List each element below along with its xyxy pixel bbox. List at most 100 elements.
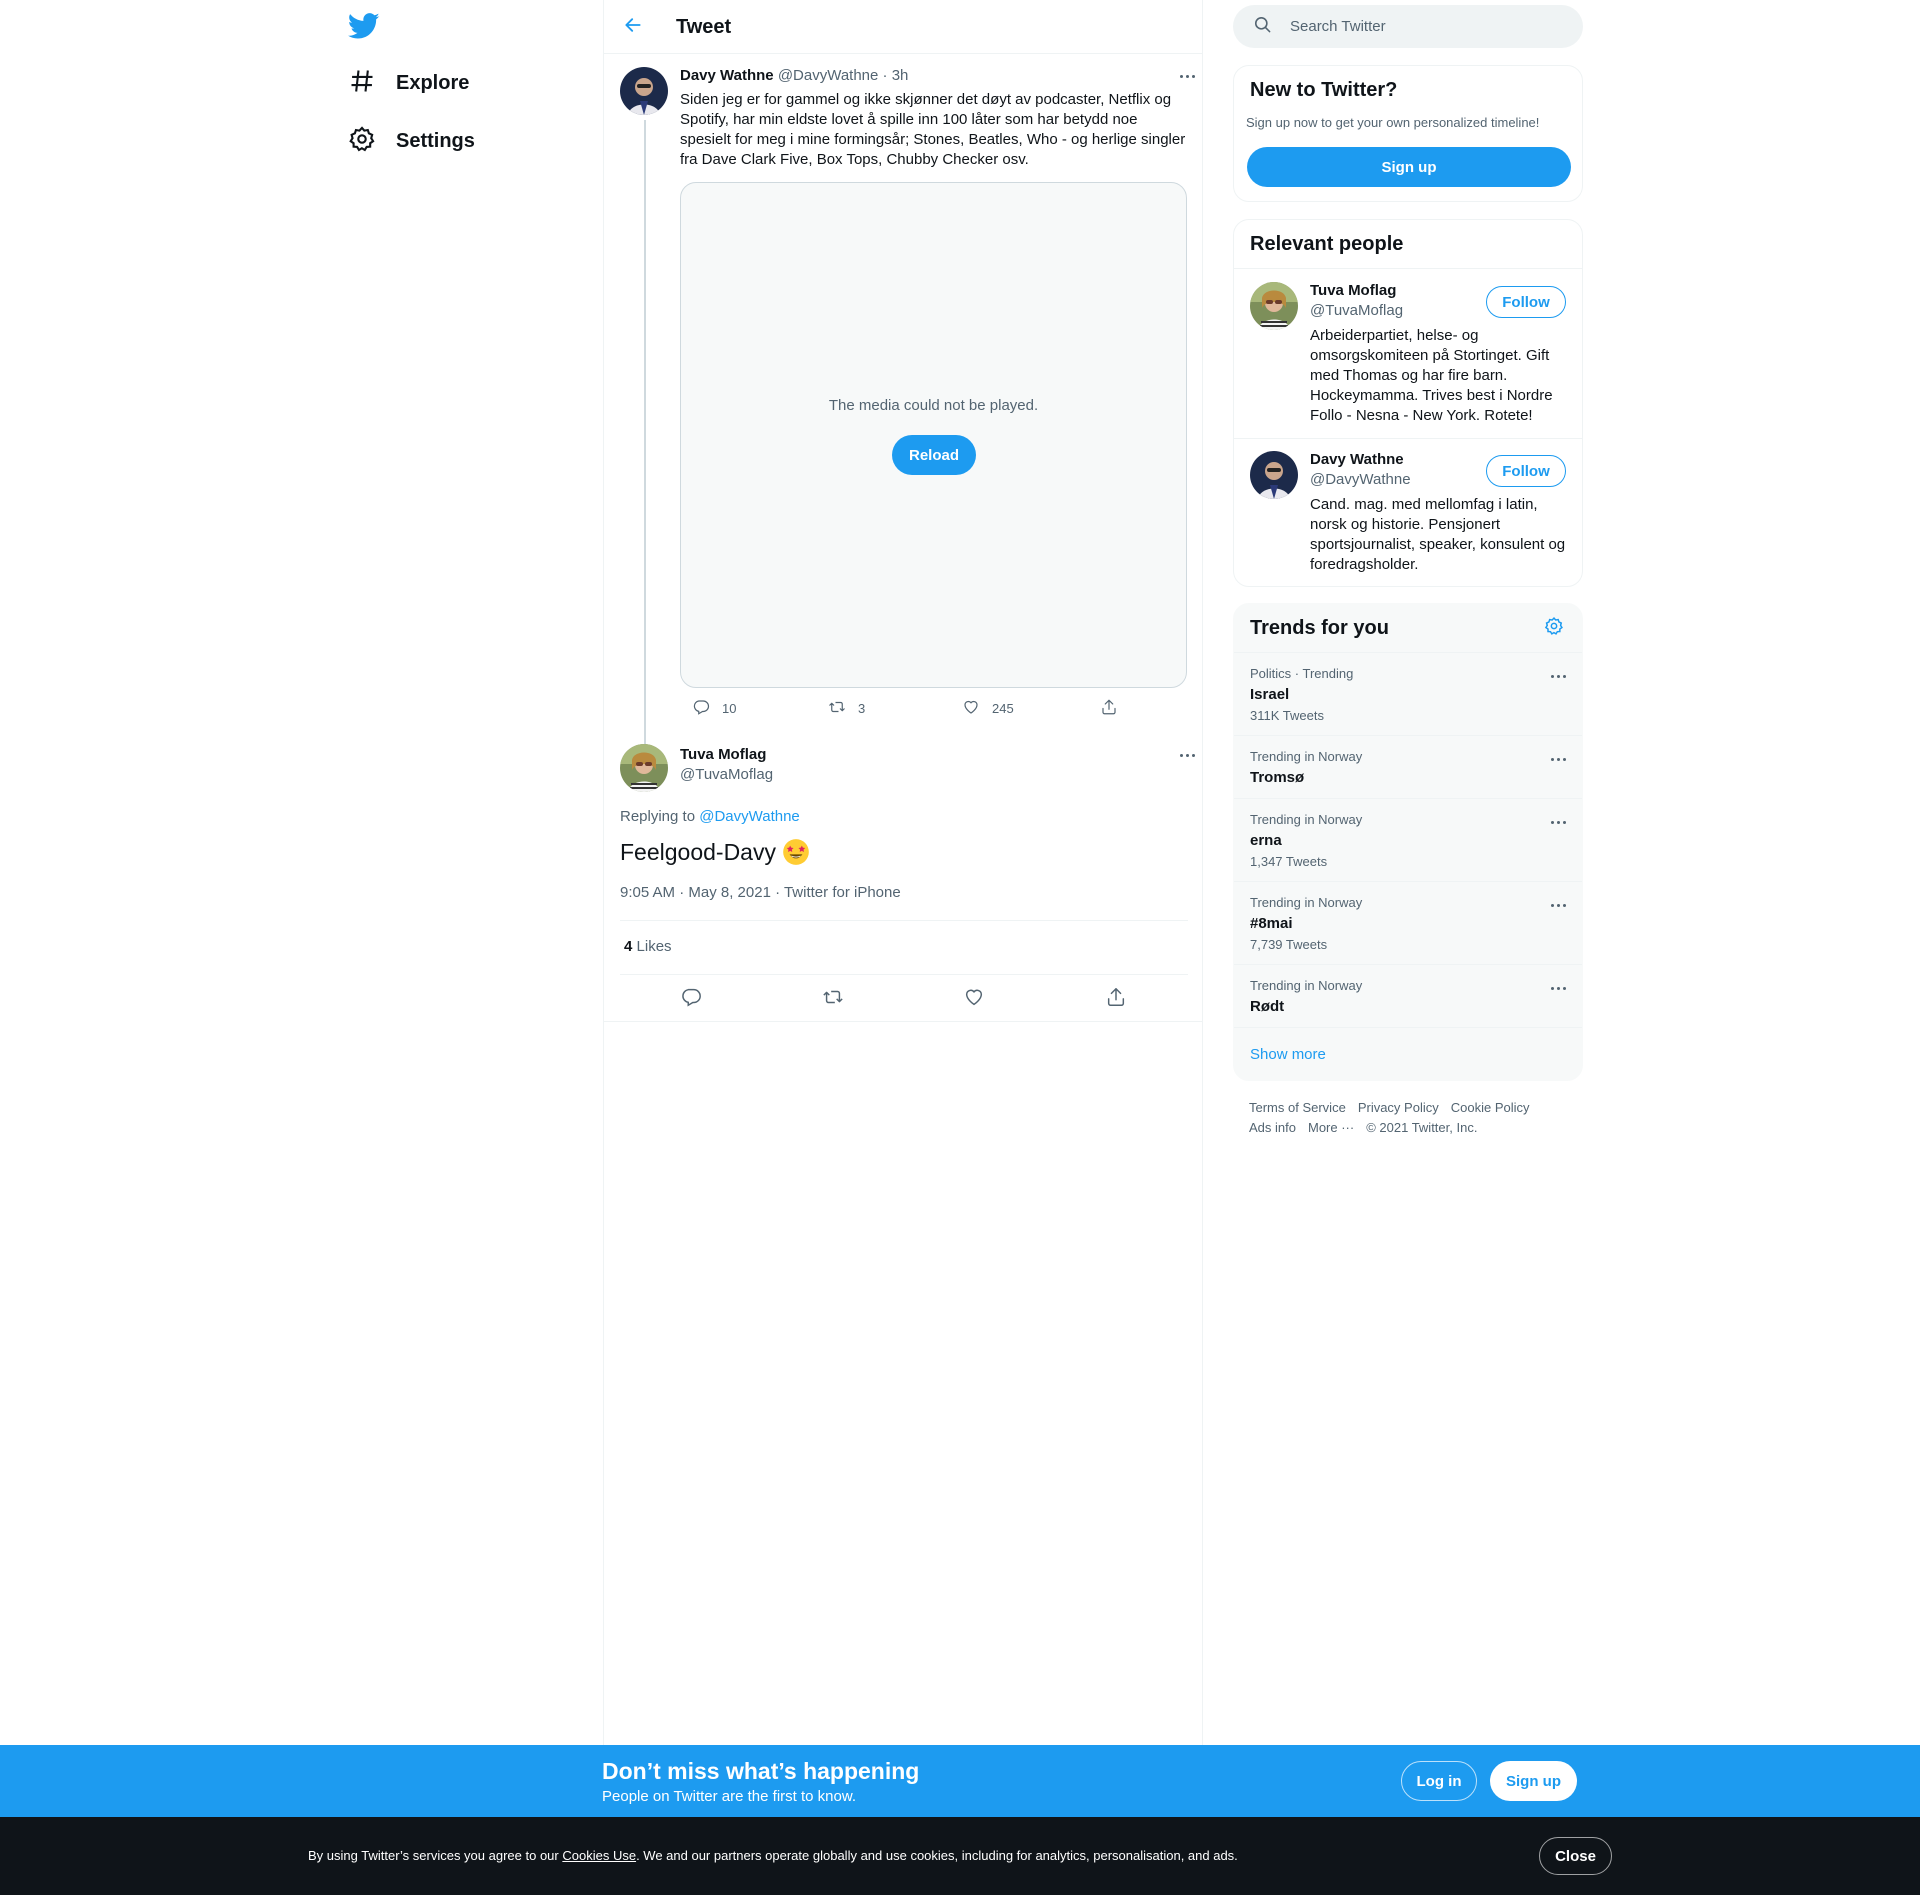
- twitter-bird-icon[interactable]: [347, 10, 380, 42]
- divider: [1234, 268, 1582, 269]
- trend-more-button[interactable]: [1543, 973, 1573, 1003]
- more-icon: [1549, 820, 1567, 824]
- footer-link[interactable]: Terms of Service: [1249, 1100, 1346, 1115]
- nav-settings[interactable]: Settings: [348, 116, 475, 166]
- more-icon: [1549, 903, 1567, 907]
- author-name[interactable]: Davy Wathne: [680, 67, 774, 84]
- main-column: Tweet Davy Wathne @DavyWathne · 3h Siden…: [603, 0, 1203, 1745]
- gear-icon: [1544, 616, 1564, 640]
- card-subtitle: Sign up now to get your own personalized…: [1246, 115, 1540, 130]
- trend-item[interactable]: Politics · Trending Israel 311K Tweets: [1234, 652, 1582, 735]
- avatar-davy-wathne[interactable]: [1250, 451, 1298, 499]
- trend-category: Trending in Norway: [1250, 895, 1363, 910]
- tweet-time[interactable]: · 3h: [883, 67, 909, 84]
- share-button[interactable]: [1088, 698, 1118, 719]
- reply-button[interactable]: [680, 986, 704, 1010]
- heart-icon: [962, 698, 980, 719]
- new-to-twitter-card: New to Twitter? Sign up now to get your …: [1233, 65, 1583, 202]
- trend-more-button[interactable]: [1543, 890, 1573, 920]
- replying-to: Replying to @DavyWathne: [620, 808, 800, 825]
- reply-button[interactable]: 10: [680, 698, 736, 719]
- show-more-link[interactable]: Show more: [1250, 1046, 1326, 1063]
- footer-link[interactable]: Privacy Policy: [1358, 1100, 1439, 1115]
- likes-summary[interactable]: 4 Likes: [624, 938, 672, 955]
- avatar-davy-wathne[interactable]: [620, 67, 668, 115]
- nav-explore[interactable]: Explore: [348, 58, 469, 108]
- banner-title: Don’t miss what’s happening: [602, 1758, 920, 1784]
- back-button[interactable]: [614, 8, 652, 46]
- tweet-header: Davy Wathne @DavyWathne · 3h: [680, 67, 908, 84]
- tweet-more-button[interactable]: [1172, 61, 1202, 91]
- replying-to-link[interactable]: @DavyWathne: [699, 808, 800, 825]
- like-button[interactable]: [963, 986, 987, 1010]
- footer-link[interactable]: Ads info: [1249, 1120, 1296, 1135]
- card-title: New to Twitter?: [1250, 79, 1398, 101]
- banner-subtitle: People on Twitter are the first to know.: [602, 1788, 857, 1805]
- more-icon: [1549, 986, 1567, 990]
- reply-count: 10: [722, 701, 737, 716]
- author-name[interactable]: Tuva Moflag: [680, 746, 766, 763]
- avatar-tuva-moflag[interactable]: [1250, 282, 1298, 330]
- reload-button[interactable]: Reload: [892, 435, 976, 475]
- trend-name: Tromsø: [1250, 769, 1305, 786]
- trend-more-button[interactable]: [1543, 807, 1573, 837]
- like-button[interactable]: 245: [950, 698, 1014, 719]
- trend-item[interactable]: Trending in Norway erna 1,347 Tweets: [1234, 798, 1582, 881]
- trend-more-button[interactable]: [1543, 661, 1573, 691]
- divider: [620, 920, 1188, 921]
- person-name[interactable]: Tuva Moflag: [1310, 282, 1396, 299]
- trend-category: Trending in Norway: [1250, 812, 1363, 827]
- share-button[interactable]: [1105, 986, 1129, 1010]
- tweet-timestamp[interactable]: 9:05 AM · May 8, 2021 · Twitter for iPho…: [620, 884, 901, 901]
- nav-explore-label: Explore: [396, 71, 470, 94]
- thread-line: [644, 120, 646, 745]
- person-bio: Cand. mag. med mellomfag i latin, norsk …: [1310, 496, 1566, 573]
- trend-count: 7,739 Tweets: [1250, 937, 1328, 952]
- avatar-tuva-moflag[interactable]: [620, 744, 668, 792]
- trends-card: Trends for you Politics · Trending Israe…: [1233, 603, 1583, 1081]
- tweet-text-content: Feelgood-Davy: [620, 838, 776, 865]
- search-box[interactable]: [1233, 5, 1583, 48]
- trend-name: Israel: [1250, 686, 1290, 703]
- person-handle[interactable]: @TuvaMoflag: [1310, 302, 1403, 319]
- main-header: Tweet: [604, 0, 1202, 54]
- heart-icon: [963, 989, 985, 1012]
- divider: [1234, 1027, 1582, 1028]
- reply-icon: [680, 988, 702, 1012]
- tweet-actions: 10 3 245: [680, 698, 1190, 722]
- person-bio: Arbeiderpartiet, helse- og omsorgskomite…: [1310, 327, 1553, 424]
- login-button[interactable]: Log in: [1401, 1761, 1477, 1801]
- replying-prefix: Replying to: [620, 808, 696, 825]
- share-icon: [1105, 988, 1127, 1012]
- footer-link[interactable]: Cookie Policy: [1451, 1100, 1530, 1115]
- cookie-close-button[interactable]: Close: [1539, 1837, 1612, 1875]
- more-icon: [1549, 757, 1567, 761]
- trends-settings-button[interactable]: [1544, 616, 1568, 640]
- trend-name: #8mai: [1250, 915, 1293, 932]
- trend-more-button[interactable]: [1543, 744, 1573, 774]
- cookies-use-link[interactable]: Cookies Use: [562, 1848, 636, 1863]
- search-input[interactable]: [1290, 18, 1570, 35]
- retweet-button[interactable]: [822, 986, 846, 1010]
- follow-button[interactable]: Follow: [1486, 455, 1566, 487]
- likes-count: 4: [624, 938, 633, 955]
- author-handle[interactable]: @TuvaMoflag: [680, 766, 773, 783]
- star-struck-emoji-icon: [782, 838, 810, 866]
- retweet-count: 3: [858, 701, 866, 716]
- person-name[interactable]: Davy Wathne: [1310, 451, 1404, 468]
- banner-signup-button[interactable]: Sign up: [1490, 1761, 1577, 1801]
- likes-label: Likes: [636, 938, 672, 955]
- person-handle[interactable]: @DavyWathne: [1310, 471, 1411, 488]
- footer-more-link[interactable]: More ···: [1308, 1120, 1354, 1135]
- author-handle[interactable]: @DavyWathne: [778, 67, 879, 84]
- follow-button[interactable]: Follow: [1486, 286, 1566, 318]
- trend-item[interactable]: Trending in Norway Tromsø: [1234, 735, 1582, 798]
- page-title: Tweet: [676, 16, 732, 38]
- media-player[interactable]: The media could not be played. Reload: [680, 182, 1187, 688]
- signup-button[interactable]: Sign up: [1247, 147, 1571, 187]
- tweet-more-button[interactable]: [1172, 740, 1202, 770]
- footer-links: Terms of Service Privacy Policy Cookie Pol…: [1249, 1098, 1579, 1138]
- retweet-button[interactable]: 3: [816, 698, 865, 719]
- trend-item[interactable]: Trending in Norway Rødt: [1234, 964, 1582, 1027]
- trend-item[interactable]: Trending in Norway #8mai 7,739 Tweets: [1234, 881, 1582, 964]
